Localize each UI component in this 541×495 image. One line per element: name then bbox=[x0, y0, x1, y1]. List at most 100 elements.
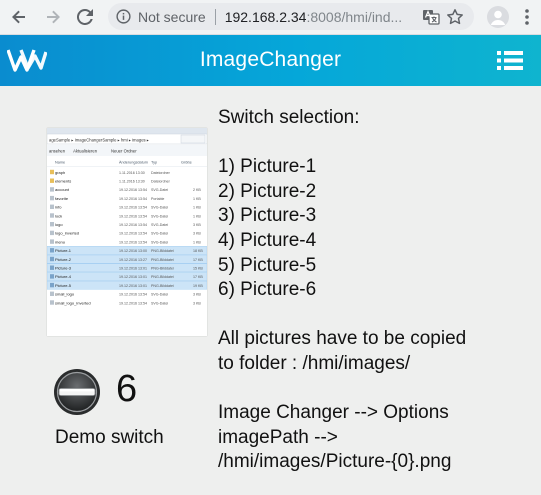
thumb-file-size: 18 KB bbox=[193, 249, 203, 253]
bookmark-star-icon[interactable] bbox=[446, 8, 464, 26]
copy-note-line: All pictures have to be copied bbox=[218, 328, 467, 350]
option-item: 2) Picture-2 bbox=[218, 180, 317, 202]
thumb-file-name: Picture-5 bbox=[55, 283, 72, 288]
thumb-file-date: 19.12.2016 13:54 bbox=[119, 293, 147, 297]
thumb-file-name: account bbox=[55, 187, 70, 192]
thumb-file-size: 19 KB bbox=[193, 284, 203, 288]
thumb-file-type: SVG-Datei bbox=[151, 293, 168, 297]
thumb-file-size: 1 KB bbox=[193, 206, 201, 210]
thumb-file-icon bbox=[50, 230, 54, 236]
thumb-file-size: 3 KB bbox=[193, 301, 201, 305]
thumb-file-type: SVG-Datei bbox=[151, 214, 168, 218]
option-item: 1) Picture-1 bbox=[218, 156, 317, 178]
thumb-file-date: 19.12.2016 13:54 bbox=[119, 214, 147, 218]
thumb-file-size: 2 KB bbox=[193, 188, 201, 192]
thumb-file-icon bbox=[50, 300, 54, 305]
explorer-screenshot-drawing: ageSample ▸ ImageChangerSample ▸ hmi ▸ i… bbox=[46, 128, 208, 305]
thumb-file-name: Picture-4 bbox=[55, 274, 72, 279]
thumb-file-icon bbox=[50, 291, 54, 296]
thumb-column-header: Name bbox=[55, 161, 65, 165]
info-icon[interactable] bbox=[115, 9, 131, 25]
demo-switch-knob[interactable] bbox=[53, 368, 101, 416]
thumb-file-type: Dateiordner bbox=[151, 171, 171, 175]
thumb-file-type: PNG-Bilddatei bbox=[151, 249, 174, 253]
thumb-file-size: 3 KB bbox=[193, 293, 201, 297]
thumb-file-type: PNG-Bilddatei bbox=[151, 284, 174, 288]
thumb-file-date: 19.12.2016 13:01 bbox=[119, 284, 147, 288]
explorer-screenshot-image: ageSample ▸ ImageChangerSample ▸ hmi ▸ i… bbox=[46, 128, 208, 336]
url-text[interactable]: 192.168.2.34:8008/hmi/ind... bbox=[225, 9, 402, 25]
option-item: 4) Picture-4 bbox=[218, 229, 317, 251]
thumb-file-icon bbox=[50, 169, 54, 175]
thumb-file-icon bbox=[50, 239, 54, 244]
thumb-file-name: Picture-2 bbox=[55, 257, 72, 262]
option-item: 6) Picture-6 bbox=[218, 279, 317, 301]
option-item: 3) Picture-3 bbox=[218, 205, 317, 227]
reload-icon bbox=[77, 9, 93, 25]
thumb-file-date: 19.12.2016 13:54 bbox=[119, 197, 147, 201]
app-header: ImageChanger bbox=[0, 35, 541, 86]
instructions-heading: Switch selection: bbox=[218, 107, 360, 128]
thumb-file-date: 19.12.2016 13:54 bbox=[119, 223, 147, 227]
thumb-file-date: 19.12.2016 13:54 bbox=[119, 206, 147, 210]
thumb-file-name: logo_inverted bbox=[55, 231, 79, 236]
thumb-file-name: small_logo bbox=[55, 292, 75, 297]
thumb-file-name: Picture-1 bbox=[55, 248, 72, 253]
image-path-line: imagePath --> bbox=[218, 426, 338, 448]
thumb-address-text: ageSample ▸ ImageChangerSample ▸ hmi ▸ i… bbox=[49, 138, 149, 143]
browser-toolbar: Not secure 192.168.2.34:8008/hmi/ind... bbox=[0, 0, 541, 35]
thumb-file-type: SVG-Datei bbox=[151, 301, 168, 305]
thumb-toolbar-item: Neuer Ordner bbox=[111, 149, 137, 154]
thumb-file-size: 1 KB bbox=[193, 197, 201, 201]
thumb-file-icon bbox=[50, 265, 54, 270]
arrow-right-icon bbox=[47, 10, 60, 24]
thumb-file-date: 19.12.2016 13:54 bbox=[119, 240, 147, 244]
thumb-file-icon bbox=[50, 204, 54, 209]
reload-button[interactable] bbox=[72, 4, 98, 30]
thumb-file-type: SVG-Datei bbox=[151, 240, 168, 244]
thumb-search-box bbox=[180, 134, 206, 144]
thumb-file-icon bbox=[50, 282, 54, 288]
profile-avatar[interactable] bbox=[487, 6, 509, 28]
security-status[interactable]: Not secure bbox=[138, 9, 206, 25]
thumb-column-header: Änderungsdatum bbox=[119, 161, 148, 165]
address-divider bbox=[214, 8, 216, 25]
thumb-file-date: 19.12.2016 13:01 bbox=[119, 267, 147, 271]
instructions-panel: Switch selection: 1) Picture-1 2) Pictur… bbox=[218, 106, 528, 475]
address-bar[interactable]: Not secure 192.168.2.34:8008/hmi/ind... bbox=[108, 3, 474, 30]
thumb-file-name: favorite bbox=[55, 196, 69, 201]
translate-icon[interactable] bbox=[422, 8, 440, 26]
image-path-line: /hmi/images/Picture-{0}.png bbox=[218, 451, 452, 473]
thumb-column-header: Größe bbox=[181, 161, 192, 165]
thumb-file-type: SVG-Datei bbox=[151, 232, 168, 236]
demo-switch-value: 6 bbox=[116, 368, 138, 410]
demo-switch-label: Demo switch bbox=[55, 427, 164, 448]
thumb-file-name: logo bbox=[55, 222, 63, 227]
thumb-file-name: lock bbox=[55, 213, 62, 218]
thumb-file-size: 17 KB bbox=[193, 275, 203, 279]
hamburger-menu-icon[interactable] bbox=[497, 50, 523, 71]
option-item: 5) Picture-5 bbox=[218, 254, 317, 276]
back-button[interactable] bbox=[6, 4, 32, 30]
thumb-file-type: Portable bbox=[151, 197, 164, 201]
forward-button[interactable] bbox=[40, 4, 66, 30]
thumb-file-icon bbox=[50, 187, 54, 192]
image-path-line: Image Changer --> Options bbox=[218, 402, 449, 424]
thumb-file-icon bbox=[50, 178, 54, 183]
thumb-file-name: Picture-3 bbox=[55, 266, 72, 271]
thumb-toolbar-item: ansehen bbox=[49, 149, 66, 154]
thumb-file-type: PNG-Bilddatei bbox=[151, 267, 174, 271]
thumb-file-date: 1.11.2016 13:30 bbox=[119, 171, 145, 175]
copy-note-line: to folder : /hmi/images/ bbox=[218, 352, 411, 374]
thumb-file-icon bbox=[50, 248, 54, 253]
thumb-column-header: Typ bbox=[151, 161, 157, 165]
thumb-file-date: 19.12.2016 13:27 bbox=[119, 258, 147, 262]
thumb-file-date: 19.12.2016 13:54 bbox=[119, 232, 147, 236]
thumb-file-icon bbox=[50, 222, 54, 227]
thumb-file-size: 1 KB bbox=[193, 214, 201, 218]
thumb-file-size: 1 KB bbox=[193, 240, 201, 244]
browser-menu-icon[interactable] bbox=[520, 7, 534, 27]
thumb-file-size: 3 KB bbox=[193, 223, 201, 227]
app-title: ImageChanger bbox=[199, 48, 342, 71]
thumb-file-icon bbox=[50, 274, 54, 279]
